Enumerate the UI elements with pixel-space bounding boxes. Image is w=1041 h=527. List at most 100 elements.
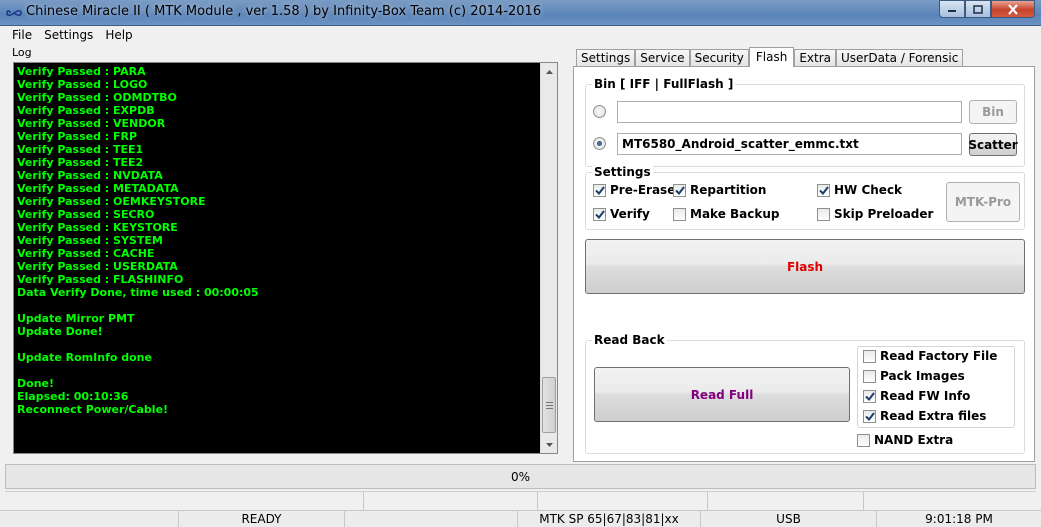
pack-images-label: Pack Images	[880, 369, 965, 383]
read-fw-info-checkbox[interactable]: Read FW Info	[863, 389, 970, 403]
status-bar: READY MTK SP 65|67|83|81|xx USB 9:01:18 …	[0, 510, 1041, 527]
menu-help[interactable]: Help	[99, 27, 138, 45]
menu-file[interactable]: File	[0, 27, 38, 45]
log-line: Verify Passed : ODMDTBO	[17, 91, 177, 104]
window-title: Chinese Miracle II ( MTK Module , ver 1.…	[26, 4, 542, 19]
log-line: Verify Passed : EXPDB	[17, 104, 155, 117]
checkmark-icon	[818, 185, 829, 195]
tab-settings[interactable]: Settings	[576, 49, 636, 67]
checkmark-icon	[594, 209, 605, 219]
log-line: Verify Passed : FRP	[17, 130, 138, 143]
log-lines: Verify Passed : PARA Verify Passed : LOGO…	[17, 65, 537, 416]
nand-extra-checkbox[interactable]: NAND Extra	[857, 433, 953, 447]
read-fw-info-label: Read FW Info	[880, 389, 971, 403]
log-line: Verify Passed : PARA	[17, 65, 146, 78]
checkbox-box	[863, 389, 876, 403]
pack-images-checkbox[interactable]: Pack Images	[863, 369, 965, 383]
checkbox-box	[593, 183, 606, 197]
tab-extra[interactable]: Extra	[794, 49, 836, 67]
log-line: Verify Passed : VENDOR	[17, 117, 166, 130]
checkbox-box	[857, 433, 870, 447]
log-line: Data Verify Done, time used : 00:00:05	[17, 286, 259, 299]
verify-checkbox[interactable]: Verify	[593, 207, 650, 221]
repartition-checkbox[interactable]: Repartition	[673, 183, 766, 197]
tab-service[interactable]: Service	[635, 49, 690, 67]
tab-flash[interactable]: Flash	[748, 47, 795, 67]
bin-group-label: Bin [ IFF | FullFlash ]	[592, 77, 736, 91]
status-state: READY	[178, 511, 345, 527]
checkbox-box	[817, 183, 830, 197]
bin-button[interactable]: Bin	[969, 100, 1017, 124]
log-line: Verify Passed : FLASHINFO	[17, 273, 184, 286]
title-bar[interactable]: Chinese Miracle II ( MTK Module , ver 1.…	[0, 0, 1041, 26]
read-full-button[interactable]: Read Full	[594, 367, 850, 422]
scroll-down-button[interactable]	[541, 436, 557, 453]
log-line: Verify Passed : TEE2	[17, 156, 144, 169]
read-extra-files-checkbox[interactable]: Read Extra files	[863, 409, 986, 423]
skip-preloader-checkbox[interactable]: Skip Preloader	[817, 207, 933, 221]
status-spacer	[345, 511, 518, 527]
log-line: Verify Passed : KEYSTORE	[17, 221, 178, 234]
checkbox-box	[817, 207, 830, 221]
close-icon	[1008, 3, 1018, 15]
scatter-path-field[interactable]: MT6580_Android_scatter_emmc.txt	[617, 133, 962, 155]
log-line: Verify Passed : TEE1	[17, 143, 144, 156]
verify-label: Verify	[610, 207, 650, 221]
settings-group-label: Settings	[592, 165, 653, 179]
log-line: Verify Passed : CACHE	[17, 247, 155, 260]
log-label: Log	[12, 46, 32, 59]
progress-text: 0%	[510, 469, 531, 484]
scatter-button[interactable]: Scatter	[968, 133, 1018, 156]
pre-erase-label: Pre-Erase	[610, 183, 676, 197]
log-line: Update Mirror PMT	[17, 312, 135, 325]
mtk-pro-button[interactable]: MTK-Pro	[946, 182, 1020, 222]
checkmark-icon	[594, 185, 605, 195]
checkbox-box	[863, 349, 876, 363]
maximize-icon	[973, 4, 983, 14]
tab-security[interactable]: Security	[689, 49, 749, 67]
scatter-radio[interactable]	[593, 137, 606, 150]
read-extra-files-label: Read Extra files	[880, 409, 987, 423]
status-port: USB	[701, 511, 877, 527]
read-factory-file-label: Read Factory File	[880, 349, 998, 363]
pre-erase-checkbox[interactable]: Pre-Erase	[593, 183, 675, 197]
log-line: Verify Passed : USERDATA	[17, 260, 178, 273]
log-scrollbar[interactable]	[540, 63, 557, 453]
hw-check-checkbox[interactable]: HW Check	[817, 183, 902, 197]
log-output[interactable]: Verify Passed : PARA Verify Passed : LOGO…	[13, 62, 558, 454]
repartition-label: Repartition	[690, 183, 767, 197]
status-blank	[0, 511, 178, 527]
status-time: 9:01:18 PM	[925, 512, 993, 526]
scroll-up-button[interactable]	[541, 63, 557, 80]
log-line: Verify Passed : SECRO	[17, 208, 155, 221]
checkbox-box	[863, 409, 876, 423]
checkbox-box	[673, 183, 686, 197]
info-row	[5, 491, 1036, 510]
log-line: Verify Passed : SYSTEM	[17, 234, 163, 247]
bin-path-field[interactable]	[617, 101, 962, 123]
checkbox-box	[593, 207, 606, 221]
status-chip: MTK SP 65|67|83|81|xx	[518, 511, 701, 527]
tab-userdata-forensic[interactable]: UserData / Forensic	[836, 49, 964, 67]
bin-radio[interactable]	[593, 105, 606, 118]
log-line: Verify Passed : OEMKEYSTORE	[17, 195, 206, 208]
log-line: Done!	[17, 377, 54, 390]
maximize-button[interactable]	[965, 0, 991, 18]
readback-group-label: Read Back	[592, 333, 667, 347]
scroll-thumb[interactable]	[542, 377, 556, 433]
log-line: Elapsed: 00:10:36	[17, 390, 129, 403]
infinity-icon	[6, 9, 22, 17]
flash-button[interactable]: Flash	[585, 239, 1025, 294]
menu-bar: File Settings Help	[0, 27, 1041, 45]
log-line: Verify Passed : METADATA	[17, 182, 179, 195]
read-factory-file-checkbox[interactable]: Read Factory File	[863, 349, 997, 363]
arrow-down-icon	[546, 442, 553, 447]
make-backup-checkbox[interactable]: Make Backup	[673, 207, 779, 221]
close-button[interactable]	[991, 0, 1035, 18]
minimize-button[interactable]	[939, 0, 965, 18]
log-line: Update RomInfo done	[17, 351, 152, 364]
menu-settings[interactable]: Settings	[38, 27, 99, 45]
